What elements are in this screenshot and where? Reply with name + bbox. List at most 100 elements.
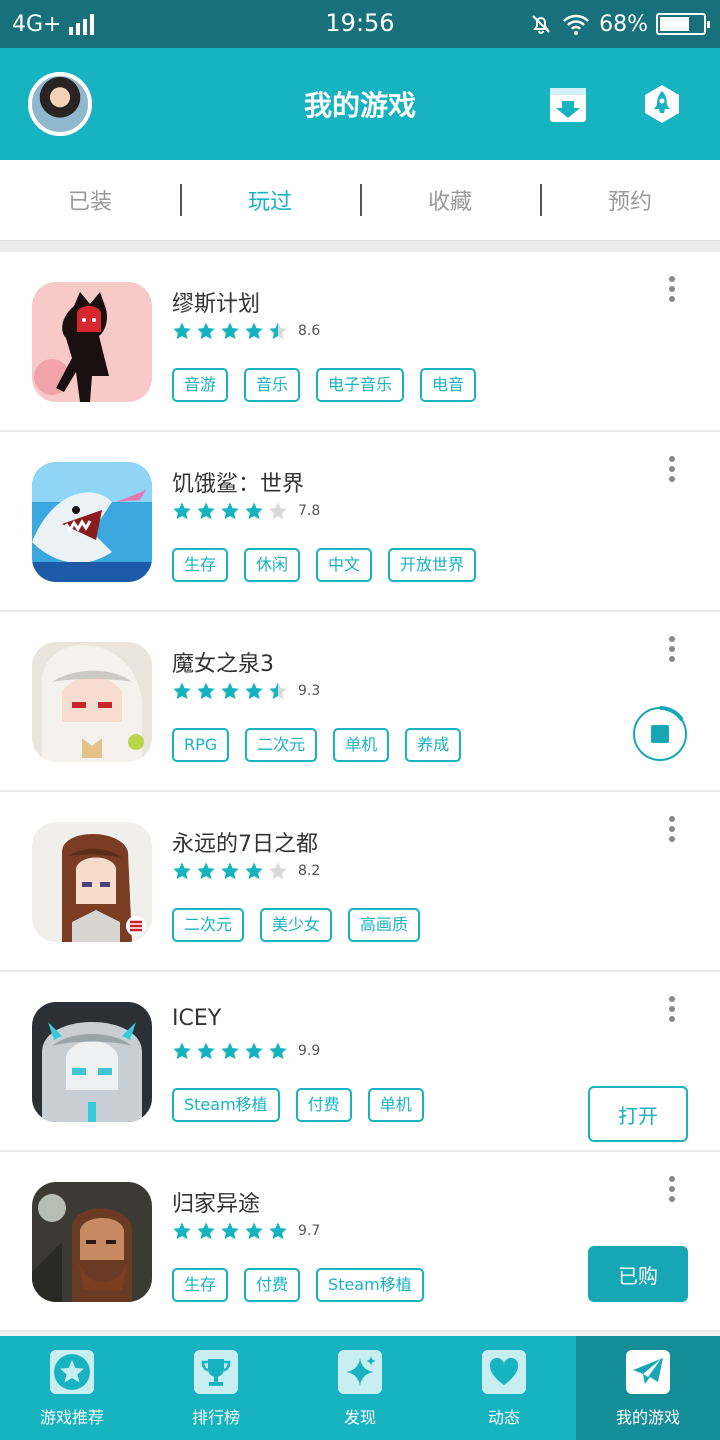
tag-list: 二次元 美少女 高画质 <box>172 908 421 942</box>
game-tag[interactable]: 单机 <box>367 1088 424 1122</box>
star-full-icon <box>197 322 215 340</box>
rating-value: 8.2 <box>298 863 321 879</box>
nav-ranking[interactable]: 排行榜 <box>144 1336 288 1440</box>
game-tag[interactable]: 二次元 <box>172 908 245 942</box>
tag-list: RPG 二次元 单机 养成 <box>172 728 462 762</box>
game-row[interactable]: 缪斯计划 8.6 音游 音乐 电子音乐 电音 <box>0 252 720 432</box>
purchased-button[interactable]: 已购 <box>588 1246 688 1302</box>
tag-list: 音游 音乐 电子音乐 电音 <box>172 368 477 402</box>
tag-list: 生存 休闲 中文 开放世界 <box>172 548 477 582</box>
game-icon-icey[interactable] <box>32 1002 152 1122</box>
star-full-icon <box>173 502 191 520</box>
nav-label: 排行榜 <box>191 1408 240 1427</box>
game-tag[interactable]: RPG <box>172 728 230 762</box>
rating-stars: 9.7 <box>172 1220 320 1242</box>
star-full-icon <box>221 1042 239 1060</box>
game-tag[interactable]: 音游 <box>172 368 229 402</box>
star-full-icon <box>173 1222 191 1240</box>
game-tag[interactable]: Steam移植 <box>316 1268 424 1302</box>
game-tag[interactable]: 付费 <box>244 1268 301 1302</box>
nav-label: 发现 <box>343 1408 376 1427</box>
more-options-icon[interactable] <box>664 996 680 1026</box>
star-full-icon <box>197 1222 215 1240</box>
game-name[interactable]: ICEY <box>172 1006 221 1031</box>
star-full-icon <box>221 1222 239 1240</box>
more-options-icon[interactable] <box>664 276 680 306</box>
rating-stars: 8.6 <box>172 320 320 342</box>
star-full-icon <box>221 502 239 520</box>
game-row[interactable]: 归家异途 9.7 生存 付费 Steam移植 已购 <box>0 1152 720 1332</box>
open-game-button[interactable]: 打开 <box>588 1086 688 1142</box>
star-full-icon <box>197 502 215 520</box>
star-full-icon <box>173 862 191 880</box>
nav-discover[interactable]: 发现 <box>288 1336 432 1440</box>
game-icon-way-home[interactable] <box>32 1182 152 1302</box>
game-tag[interactable]: 生存 <box>172 1268 229 1302</box>
nav-label: 游戏推荐 <box>39 1408 104 1427</box>
game-tag[interactable]: 音乐 <box>244 368 301 402</box>
star-full-icon <box>245 1222 263 1240</box>
rating-value: 8.6 <box>298 323 321 339</box>
nav-activity[interactable]: 动态 <box>432 1336 576 1440</box>
game-tag[interactable]: 美少女 <box>260 908 333 942</box>
game-tag[interactable]: 休闲 <box>244 548 301 582</box>
star-full-icon <box>245 502 263 520</box>
game-row[interactable]: 永远的7日之都 8.2 二次元 美少女 高画质 <box>0 792 720 972</box>
battery-icon <box>656 13 710 35</box>
more-options-icon[interactable] <box>664 456 680 486</box>
game-name[interactable]: 饥饿鲨：世界 <box>172 466 304 498</box>
star-full-icon <box>245 322 263 340</box>
status-bar: 4G+ 19:56 68% <box>0 0 720 48</box>
rating-value: 9.9 <box>298 1043 321 1059</box>
game-name[interactable]: 归家异途 <box>172 1186 260 1218</box>
star-full-icon <box>245 1042 263 1060</box>
nav-my-games[interactable]: 我的游戏 <box>576 1336 720 1440</box>
page-title: 我的游戏 <box>303 89 416 122</box>
game-name[interactable]: 魔女之泉3 <box>172 646 274 678</box>
game-tag[interactable]: 高画质 <box>348 908 421 942</box>
game-tag[interactable]: 开放世界 <box>388 548 477 582</box>
game-tag[interactable]: Steam移植 <box>172 1088 280 1122</box>
game-tag[interactable]: 养成 <box>405 728 462 762</box>
game-tag[interactable]: 二次元 <box>245 728 318 762</box>
star-full-icon <box>221 862 239 880</box>
game-tag[interactable]: 单机 <box>333 728 390 762</box>
silent-icon <box>532 15 550 34</box>
nav-label: 动态 <box>487 1408 520 1427</box>
game-name[interactable]: 永远的7日之都 <box>172 826 318 858</box>
star-empty-icon <box>269 502 287 520</box>
star-full-icon <box>173 682 191 700</box>
game-row[interactable]: 饥饿鲨：世界 7.8 生存 休闲 中文 开放世界 <box>0 432 720 612</box>
divider <box>0 240 720 252</box>
tab-favorites[interactable]: 收藏 <box>360 160 540 240</box>
game-row[interactable]: 魔女之泉3 9.3 RPG 二次元 单机 养成 <box>0 612 720 792</box>
more-options-icon[interactable] <box>664 1176 680 1206</box>
game-tag[interactable]: 付费 <box>295 1088 352 1122</box>
tab-reservations[interactable]: 预约 <box>540 160 720 240</box>
game-icon-hungry-shark[interactable] <box>32 462 152 582</box>
game-tag[interactable]: 中文 <box>316 548 373 582</box>
game-row[interactable]: ICEY 9.9 Steam移植 付费 单机 打开 <box>0 972 720 1152</box>
game-icon-muse[interactable] <box>32 282 152 402</box>
game-name[interactable]: 缪斯计划 <box>172 286 260 318</box>
heart-icon <box>482 1350 526 1394</box>
rocket-icon[interactable] <box>642 84 682 124</box>
star-half-icon <box>269 322 287 340</box>
nav-game-recommend[interactable]: 游戏推荐 <box>0 1336 144 1440</box>
nav-label: 我的游戏 <box>615 1408 680 1427</box>
game-tag[interactable]: 生存 <box>172 548 229 582</box>
rating-value: 7.8 <box>298 503 321 519</box>
game-icon-witch-spring[interactable] <box>32 642 152 762</box>
game-tag[interactable]: 电子音乐 <box>316 368 405 402</box>
more-options-icon[interactable] <box>664 636 680 666</box>
battery-percent: 68% <box>599 11 648 37</box>
rating-stars: 7.8 <box>172 500 320 522</box>
tab-installed[interactable]: 已装 <box>0 160 180 240</box>
game-list: 缪斯计划 8.6 音游 音乐 电子音乐 电音 饥饿鲨：世界 7.8 生存 休闲 … <box>0 252 720 1332</box>
stop-download-button[interactable] <box>632 706 688 762</box>
game-icon-seven-days[interactable] <box>32 822 152 942</box>
more-options-icon[interactable] <box>664 816 680 846</box>
download-manager-icon[interactable] <box>548 84 588 124</box>
tab-played[interactable]: 玩过 <box>180 160 360 240</box>
game-tag[interactable]: 电音 <box>420 368 477 402</box>
